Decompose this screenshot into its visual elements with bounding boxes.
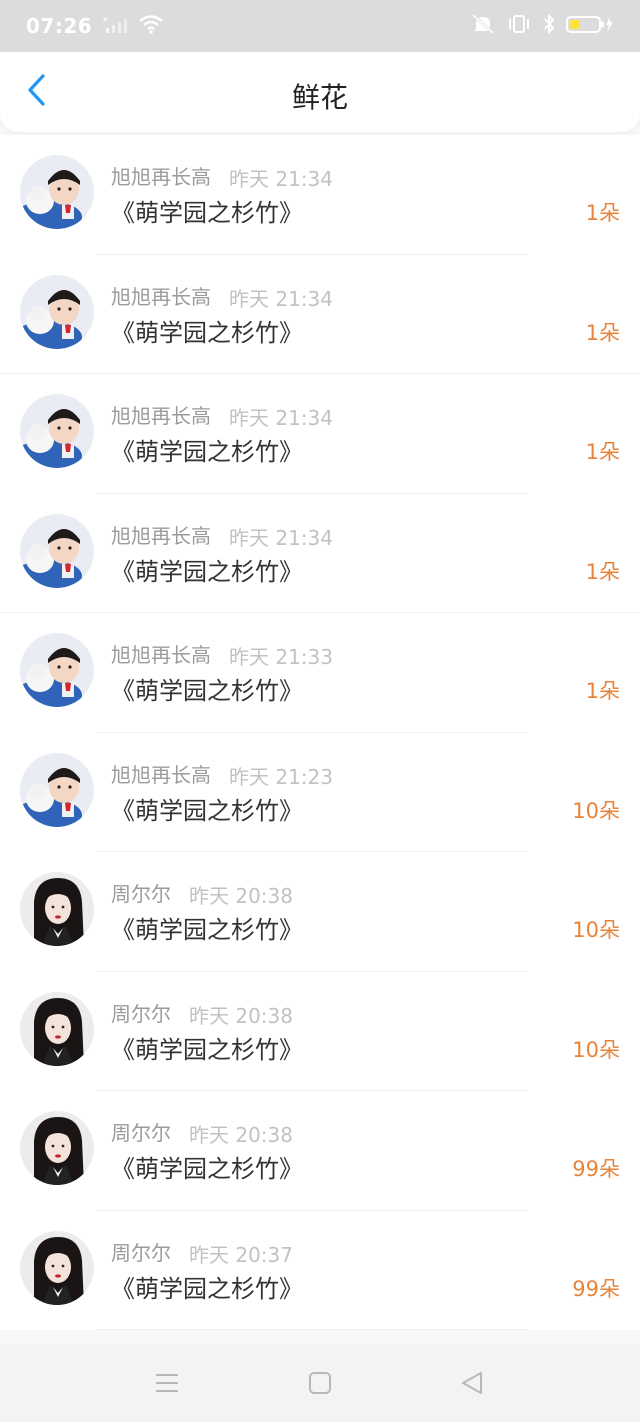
- avatar[interactable]: [20, 274, 94, 349]
- sender-name: 周尔尔: [111, 1001, 171, 1026]
- book-title: 《萌学园之杉竹》: [111, 796, 303, 825]
- home-square-icon: [308, 1371, 332, 1399]
- list-item[interactable]: 旭旭再长高 昨天 21:34 《萌学园之杉竹》 1朵: [0, 374, 640, 494]
- nav-bar: 鲜花: [0, 52, 640, 132]
- menu-button[interactable]: [152, 1370, 182, 1400]
- flower-count: 99朵: [572, 1276, 620, 1301]
- system-nav-bar: [0, 1344, 640, 1422]
- book-title: 《萌学园之杉竹》: [111, 1035, 303, 1064]
- back-nav-button[interactable]: [457, 1370, 487, 1400]
- avatar[interactable]: [20, 872, 94, 946]
- flower-count: 10朵: [572, 798, 620, 823]
- sender-name: 旭旭再长高: [111, 523, 211, 548]
- sender-name: 旭旭再长高: [111, 284, 211, 309]
- list-item[interactable]: 周尔尔 昨天 20:37 《萌学园之杉竹》 99朵: [0, 1211, 640, 1330]
- gift-record-list: 旭旭再长高 昨天 21:34 《萌学园之杉竹》 1朵 旭旭再长高 昨天 21:34 《萌学园…: [0, 135, 640, 1330]
- timestamp: 昨天 21:23: [229, 764, 333, 789]
- page-title: 鲜花: [291, 81, 348, 114]
- list-item[interactable]: 旭旭再长高 昨天 21:34 《萌学园之杉竹》 1朵: [0, 255, 640, 374]
- timestamp: 昨天 20:37: [189, 1242, 293, 1267]
- timestamp: 昨天 21:34: [229, 406, 333, 430]
- status-time: 07:26: [26, 14, 93, 38]
- flower-count: 1朵: [585, 559, 620, 584]
- list-item[interactable]: 周尔尔 昨天 20:38 《萌学园之杉竹》 10朵: [0, 852, 640, 972]
- book-title: 《萌学园之杉竹》: [111, 318, 303, 347]
- avatar[interactable]: [20, 752, 94, 827]
- sender-name: 旭旭再长高: [111, 643, 211, 667]
- flower-count: 1朵: [585, 679, 620, 703]
- avatar[interactable]: [20, 633, 94, 707]
- sender-name: 旭旭再长高: [111, 165, 211, 189]
- signal-icon: ×: [102, 14, 128, 38]
- flower-count: 1朵: [585, 201, 620, 225]
- flower-count: 10朵: [572, 918, 620, 942]
- book-title: 《萌学园之杉竹》: [111, 199, 303, 227]
- flower-count: 1朵: [585, 320, 620, 345]
- timestamp: 昨天 20:38: [189, 1003, 293, 1028]
- status-bar: 07:26 ×: [0, 0, 640, 52]
- avatar[interactable]: [20, 991, 94, 1066]
- flower-count: 99朵: [572, 1157, 620, 1181]
- sender-name: 周尔尔: [111, 1121, 171, 1145]
- sender-name: 周尔尔: [111, 1240, 171, 1265]
- book-title: 《萌学园之杉竹》: [111, 557, 303, 586]
- list-item[interactable]: 周尔尔 昨天 20:38 《萌学园之杉竹》 10朵: [0, 972, 640, 1091]
- timestamp: 昨天 21:33: [229, 645, 333, 669]
- book-title: 《萌学园之杉竹》: [111, 916, 303, 944]
- sender-name: 旭旭再长高: [111, 404, 211, 428]
- flower-count: 1朵: [585, 440, 620, 464]
- timestamp: 昨天 20:38: [189, 1123, 293, 1147]
- home-button[interactable]: [305, 1370, 335, 1400]
- book-title: 《萌学园之杉竹》: [111, 1155, 303, 1183]
- timestamp: 昨天 21:34: [229, 286, 333, 311]
- avatar[interactable]: [20, 155, 94, 229]
- avatar[interactable]: [20, 1111, 94, 1185]
- timestamp: 昨天 21:34: [229, 167, 333, 191]
- avatar[interactable]: [20, 1230, 94, 1305]
- book-title: 《萌学园之杉竹》: [111, 677, 303, 705]
- mute-icon: [470, 13, 496, 39]
- row-divider: [96, 1329, 528, 1330]
- svg-text:×: ×: [102, 15, 109, 24]
- sender-name: 周尔尔: [111, 882, 171, 906]
- book-title: 《萌学园之杉竹》: [111, 438, 303, 466]
- timestamp: 昨天 20:38: [189, 884, 293, 908]
- triangle-back-icon: [459, 1370, 485, 1400]
- book-title: 《萌学园之杉竹》: [111, 1274, 303, 1303]
- flower-count: 10朵: [572, 1037, 620, 1062]
- battery-icon: [566, 13, 614, 39]
- timestamp: 昨天 21:34: [229, 525, 333, 550]
- list-item[interactable]: 旭旭再长高 昨天 21:23 《萌学园之杉竹》 10朵: [0, 733, 640, 852]
- list-item[interactable]: 旭旭再长高 昨天 21:33 《萌学园之杉竹》 1朵: [0, 613, 640, 733]
- sender-name: 旭旭再长高: [111, 762, 211, 787]
- avatar[interactable]: [20, 394, 94, 468]
- list-item[interactable]: 周尔尔 昨天 20:38 《萌学园之杉竹》 99朵: [0, 1091, 640, 1211]
- avatar[interactable]: [20, 513, 94, 588]
- wifi-icon: [138, 14, 164, 38]
- list-item[interactable]: 旭旭再长高 昨天 21:34 《萌学园之杉竹》 1朵: [0, 135, 640, 255]
- menu-icon: [154, 1372, 180, 1398]
- vibrate-icon: [506, 13, 532, 39]
- list-item[interactable]: 旭旭再长高 昨天 21:34 《萌学园之杉竹》 1朵: [0, 494, 640, 613]
- bluetooth-icon: [542, 13, 556, 39]
